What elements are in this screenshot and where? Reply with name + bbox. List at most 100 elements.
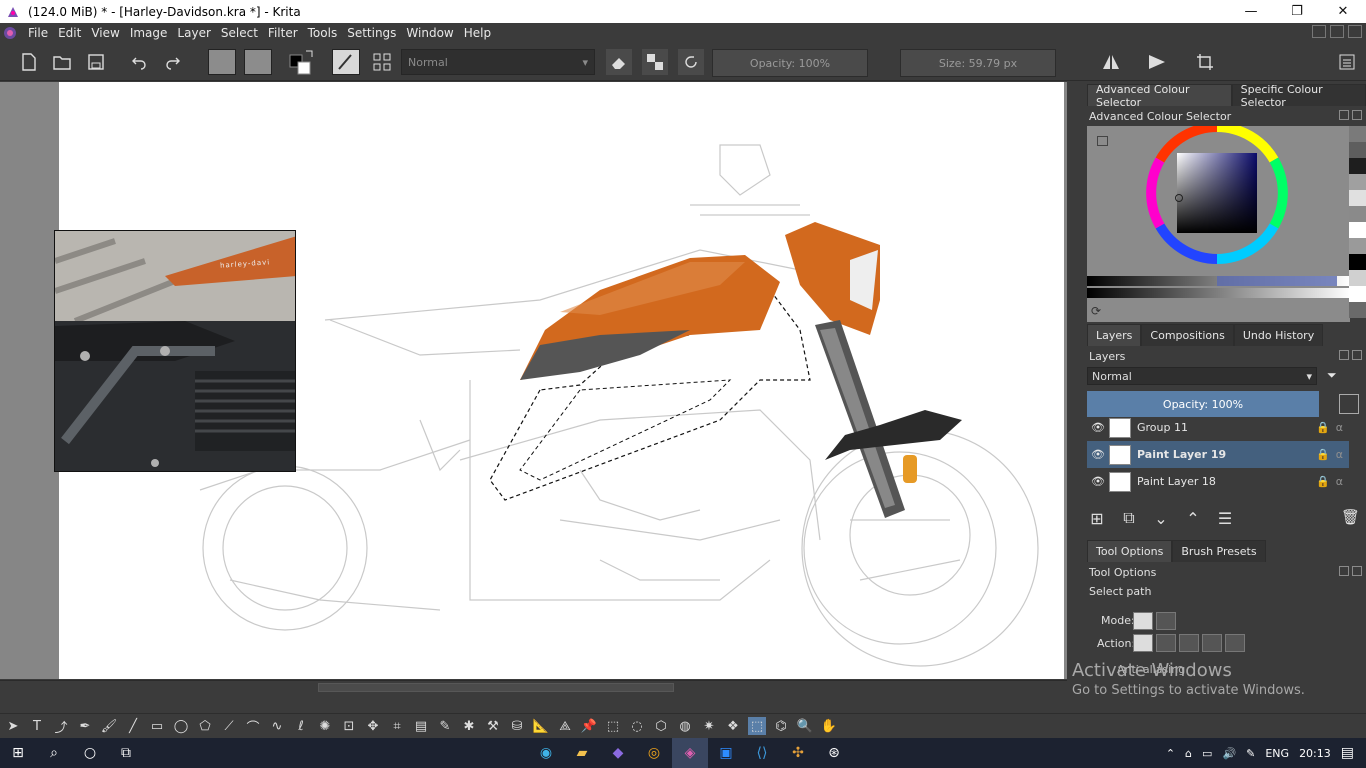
menu-edit[interactable]: Edit	[53, 26, 86, 40]
reload-preset-icon[interactable]	[678, 49, 704, 75]
edge-browser-icon[interactable]: ◉	[528, 738, 564, 768]
freehand-select-icon[interactable]: ◍	[676, 717, 694, 735]
wrap-around-icon[interactable]	[1192, 49, 1218, 75]
canvas-vertical-scrollbar[interactable]	[1067, 82, 1079, 679]
menu-layer[interactable]: Layer	[172, 26, 215, 40]
polygon-select-icon[interactable]: ⬡	[652, 717, 670, 735]
workspace-icon[interactable]	[370, 49, 394, 75]
mdi-restore-icon[interactable]	[1330, 25, 1344, 38]
tab-compositions[interactable]: Compositions	[1141, 324, 1234, 346]
battery-icon[interactable]: ▭	[1202, 747, 1212, 760]
canvas-horizontal-scrollbar[interactable]	[0, 680, 1067, 694]
clock[interactable]: 20:13	[1299, 747, 1331, 760]
mode-pixel-button[interactable]	[1133, 612, 1153, 630]
delete-layer-icon[interactable]: 🗑	[1341, 508, 1360, 526]
swatch[interactable]	[1349, 270, 1366, 286]
obsidian-icon[interactable]: ◆	[600, 738, 636, 768]
fg-bg-color-icon[interactable]	[288, 49, 316, 75]
show-hidden-icons-icon[interactable]: ⌃	[1166, 747, 1175, 760]
reference-image-tool-icon[interactable]: 📌	[580, 717, 598, 735]
close-docker-icon[interactable]	[1352, 566, 1362, 576]
ellipse-select-icon[interactable]: ◌	[628, 717, 646, 735]
swatch[interactable]	[1349, 174, 1366, 190]
polygon-tool-icon[interactable]: ⬠	[196, 717, 214, 735]
menu-file[interactable]: File	[23, 26, 53, 40]
reference-image[interactable]: harley-davi	[54, 230, 296, 472]
krita-menu-icon[interactable]	[3, 26, 17, 40]
layer-settings-icon[interactable]: ☰	[1215, 509, 1235, 528]
magnetic-select-icon[interactable]: ⌬	[772, 717, 790, 735]
vscode-icon[interactable]: ⟨⟩	[744, 738, 780, 768]
line-tool-icon[interactable]: ╱	[124, 717, 142, 735]
similar-select-icon[interactable]: ❖	[724, 717, 742, 735]
menu-settings[interactable]: Settings	[342, 26, 401, 40]
tab-advanced-colour-selector[interactable]: Advanced Colour Selector	[1087, 83, 1232, 109]
colour-selector[interactable]: ⟳	[1087, 122, 1350, 322]
action-intersect-button[interactable]	[1156, 634, 1176, 652]
freehand-brush-icon[interactable]: 🖌	[100, 717, 118, 735]
visibility-eye-icon[interactable]: 👁	[1087, 421, 1109, 434]
float-icon[interactable]	[1339, 566, 1349, 576]
transform-tool-icon[interactable]: ⊡	[340, 717, 358, 735]
action-subtract-button[interactable]	[1202, 634, 1222, 652]
swatch[interactable]	[1349, 238, 1366, 254]
action-replace-button[interactable]	[1133, 634, 1153, 652]
save-icon[interactable]	[85, 49, 107, 75]
file-explorer-icon[interactable]: ▰	[564, 738, 600, 768]
layer-row-selected[interactable]: 👁 Paint Layer 19 🔒 α	[1087, 441, 1349, 468]
multibrush-icon[interactable]: ✺	[316, 717, 334, 735]
text-tool-icon[interactable]: T	[28, 717, 46, 735]
move-layer-down-icon[interactable]: ⌄	[1151, 509, 1171, 528]
lock-icon[interactable]: 🔒	[1316, 421, 1330, 434]
move-tool-icon[interactable]: ✥	[364, 717, 382, 735]
duplicate-layer-icon[interactable]: ⧉	[1119, 508, 1139, 528]
measure-tool-icon[interactable]: 📐	[532, 717, 550, 735]
color-picker-icon[interactable]: ✎	[436, 717, 454, 735]
dynamic-brush-icon[interactable]: ℓ	[292, 717, 310, 735]
gradient-tool-icon[interactable]: ▤	[412, 717, 430, 735]
calligraphy-icon[interactable]: ✒	[76, 717, 94, 735]
swatch[interactable]	[1349, 254, 1366, 270]
canvas-area[interactable]: harley-davi	[0, 82, 1067, 679]
swatch[interactable]	[1349, 302, 1366, 318]
rect-select-icon[interactable]: ⬚	[604, 717, 622, 735]
network-icon[interactable]: ⌂	[1185, 747, 1192, 760]
pattern-selector-icon[interactable]	[244, 49, 272, 75]
opacity-slider[interactable]: Opacity: 100%	[712, 49, 868, 77]
pan-tool-icon[interactable]: ✋	[820, 717, 838, 735]
fill-tool-icon[interactable]: ⛁	[508, 717, 526, 735]
mdi-minimize-icon[interactable]	[1312, 25, 1326, 38]
windows-start-icon[interactable]: ⊞	[0, 738, 36, 768]
undo-icon[interactable]	[128, 49, 150, 75]
tab-brush-presets[interactable]: Brush Presets	[1172, 540, 1266, 562]
alpha-lock-icon[interactable]: α	[1336, 448, 1343, 461]
crop-tool-icon[interactable]: ⌗	[388, 717, 406, 735]
polyline-tool-icon[interactable]: ⟋	[220, 717, 238, 735]
close-docker-icon[interactable]	[1352, 350, 1362, 360]
layer-row[interactable]: 👁 Group 11 🔒 α	[1087, 414, 1349, 441]
tab-layers[interactable]: Layers	[1087, 324, 1142, 346]
swatch[interactable]	[1349, 286, 1366, 302]
float-icon[interactable]	[1339, 350, 1349, 360]
pen-icon[interactable]: ✎	[1246, 747, 1255, 760]
blend-mode-combo[interactable]: Normal ▾	[401, 49, 595, 75]
colour-settings-icon[interactable]	[1097, 136, 1108, 146]
colour-history-swatches[interactable]	[1349, 126, 1366, 322]
layer-row[interactable]: 👁 Paint Layer 18 🔒 α	[1087, 468, 1349, 495]
davinci-icon[interactable]: ✣	[780, 738, 816, 768]
perspective-grid-icon[interactable]: ⟁	[556, 717, 574, 735]
gradient-selector-icon[interactable]	[208, 49, 236, 75]
swatch[interactable]	[1349, 190, 1366, 206]
float-icon[interactable]	[1339, 110, 1349, 120]
zoom-tool-icon[interactable]: 🔍	[796, 717, 814, 735]
assistant-tool-icon[interactable]: ⚒	[484, 717, 502, 735]
edit-shapes-icon[interactable]: ⤴	[52, 717, 70, 736]
preserve-alpha-icon[interactable]	[642, 49, 668, 75]
refresh-colours-icon[interactable]: ⟳	[1091, 304, 1101, 318]
volume-icon[interactable]: 🔊	[1222, 747, 1236, 760]
docker-menu-icon[interactable]	[1334, 49, 1360, 75]
mirror-vertical-icon[interactable]	[1144, 49, 1170, 75]
contiguous-select-icon[interactable]: ✷	[700, 717, 718, 735]
visibility-eye-icon[interactable]: 👁	[1087, 475, 1109, 488]
swatch[interactable]	[1349, 206, 1366, 222]
